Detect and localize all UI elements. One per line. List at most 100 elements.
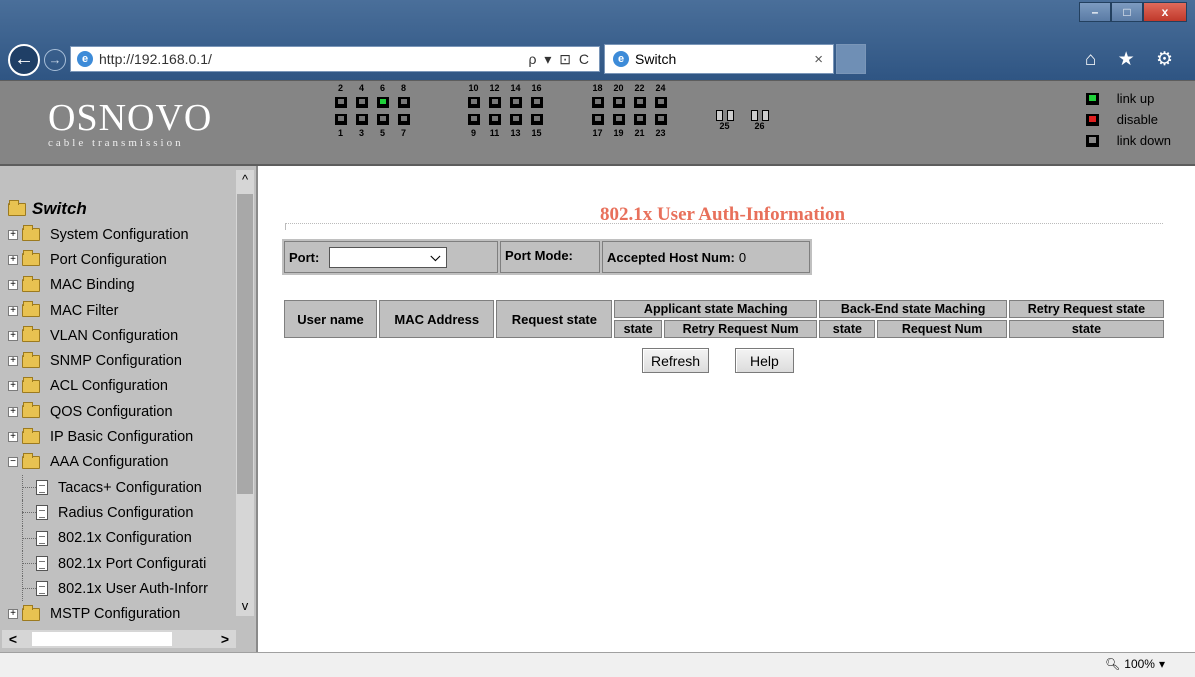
sidebar-item-acl-configuration[interactable]: + ACL Configuration (8, 374, 236, 399)
port-23-icon[interactable] (654, 114, 667, 125)
port-10-icon[interactable] (467, 97, 480, 108)
sidebar-item-port-configuration[interactable]: + Port Configuration (8, 247, 236, 272)
sfp-port[interactable]: 26 (749, 83, 770, 132)
port-select[interactable]: ⌵ (329, 246, 448, 268)
close-window-button[interactable]: x (1143, 2, 1187, 22)
folder-open-icon (22, 452, 40, 469)
document-icon (36, 505, 48, 521)
expand-icon[interactable]: + (8, 356, 18, 367)
tree-root-label: Switch (32, 199, 87, 218)
sidebar-subitem-tacacs-configuration[interactable]: Tacacs+ Configuration (8, 474, 236, 501)
port-16-icon[interactable] (530, 97, 543, 108)
sidebar-item-mstp-configuration[interactable]: + MSTP Configuration (8, 601, 236, 626)
port-1-icon[interactable] (334, 114, 347, 125)
expand-icon[interactable]: + (8, 280, 18, 291)
horizontal-scrollbar[interactable]: < > (2, 630, 236, 648)
expand-icon[interactable]: + (8, 432, 18, 443)
expand-icon[interactable]: + (8, 305, 18, 316)
port-20-icon[interactable] (612, 97, 625, 108)
port-selector-cell: Port: ⌵ (284, 241, 498, 273)
scroll-thumb[interactable] (237, 194, 253, 494)
port-8-icon[interactable] (397, 97, 410, 108)
port-6-icon[interactable] (376, 97, 389, 108)
port-2-icon[interactable] (334, 97, 347, 108)
vertical-scrollbar[interactable]: ^ v (236, 170, 254, 616)
tree-root-switch[interactable]: Switch (8, 196, 236, 222)
folder-icon (22, 427, 40, 444)
sidebar-item-snmp-configuration[interactable]: + SNMP Configuration (8, 348, 236, 373)
sidebar-item-vlan-configuration[interactable]: + VLAN Configuration (8, 323, 236, 348)
port-21-icon[interactable] (633, 114, 646, 125)
address-bar[interactable]: e http://192.168.0.1/ ρ ▾ ⊡ C (70, 46, 600, 72)
expand-icon[interactable]: + (8, 381, 18, 392)
window-controls: – □ x (1079, 2, 1187, 22)
port-7-icon[interactable] (397, 114, 410, 125)
expand-icon[interactable]: + (8, 330, 18, 341)
hscroll-thumb[interactable] (32, 632, 172, 646)
port-4-icon[interactable] (355, 97, 368, 108)
port-22-icon[interactable] (633, 97, 646, 108)
new-tab-button[interactable] (836, 44, 866, 74)
folder-icon (22, 250, 40, 267)
sidebar-item-aaa-configuration[interactable]: − AAA Configuration (8, 450, 236, 475)
col-mac-address: MAC Address (379, 300, 495, 338)
back-button[interactable]: ← (8, 44, 40, 76)
expand-icon[interactable]: + (8, 254, 18, 265)
sidebar-subitem-802-1x-user-auth-inforr[interactable]: 802.1x User Auth-Inforr (8, 576, 236, 602)
sidebar-item-qos-configuration[interactable]: + QOS Configuration (8, 399, 236, 424)
sidebar-subitem-radius-configuration[interactable]: Radius Configuration (8, 500, 236, 526)
port-24-icon[interactable] (654, 97, 667, 108)
port-9-icon[interactable] (467, 114, 480, 125)
refresh-button[interactable]: Refresh (642, 348, 710, 373)
sidebar-item-mac-filter[interactable]: + MAC Filter (8, 298, 236, 323)
port-number: 15 (531, 128, 542, 138)
address-url[interactable]: http://192.168.0.1/ (99, 51, 212, 67)
sidebar-item-mac-binding[interactable]: + MAC Binding (8, 273, 236, 298)
scroll-right-icon[interactable]: > (214, 631, 236, 647)
sidebar-item-system-configuration[interactable]: + System Configuration (8, 222, 236, 247)
folder-icon (22, 301, 40, 318)
table-header-row: User name MAC Address Request state Appl… (284, 300, 1164, 338)
expand-icon[interactable]: + (8, 406, 18, 417)
help-button[interactable]: Help (735, 348, 794, 373)
port-number: 20 (613, 83, 624, 93)
sidebar-subitem-802-1x-port-configurati[interactable]: 802.1x Port Configurati (8, 550, 236, 577)
port-11-icon[interactable] (488, 114, 501, 125)
collapse-icon[interactable]: − (8, 457, 18, 468)
port-14-icon[interactable] (509, 97, 522, 108)
expand-icon[interactable]: + (8, 229, 18, 240)
sfp-port-25-icon (715, 110, 734, 121)
port-panel: 2 1 4 3 6 5 8 7 10 9 12 11 14 13 16 15 18 17 20 19 22 21 24 23 2… (330, 81, 790, 167)
expand-icon[interactable]: + (8, 609, 18, 620)
browser-tab[interactable]: e Switch × (604, 44, 834, 74)
address-tools[interactable]: ρ ▾ ⊡ C (528, 51, 591, 68)
tab-close-icon[interactable]: × (814, 51, 823, 68)
sidebar-subitem-802-1x-configuration[interactable]: 802.1x Configuration (8, 525, 236, 551)
sidebar-item-ip-basic-configuration[interactable]: + IP Basic Configuration (8, 424, 236, 449)
port-number: 12 (489, 83, 500, 93)
port-3-icon[interactable] (355, 114, 368, 125)
sfp-port[interactable]: 25 (714, 83, 735, 132)
folder-icon (22, 604, 40, 621)
port-5-icon[interactable] (376, 114, 389, 125)
restore-button[interactable]: □ (1111, 2, 1143, 22)
port-15-icon[interactable] (530, 114, 543, 125)
main-content-frame: 802.1x User Auth-Information Port: ⌵ Por… (260, 166, 1195, 652)
scroll-down-icon[interactable]: v (236, 596, 254, 616)
port-17-icon[interactable] (591, 114, 604, 125)
scroll-up-icon[interactable]: ^ (236, 170, 254, 190)
port-12-icon[interactable] (488, 97, 501, 108)
forward-button[interactable]: → (44, 49, 66, 71)
sidebar-item-label: QOS Configuration (50, 403, 173, 420)
port-number: 22 (634, 83, 645, 93)
scroll-left-icon[interactable]: < (2, 631, 24, 647)
port-mode-cell: Port Mode: (500, 241, 600, 273)
toolbar-home-favorites-settings-icons[interactable]: ⌂ ★ ⚙ (1085, 48, 1181, 71)
port-19-icon[interactable] (612, 114, 625, 125)
port-link-up-icon (1085, 92, 1099, 105)
sidebar-item-label: AAA Configuration (50, 454, 169, 471)
minimize-button[interactable]: – (1079, 2, 1111, 22)
port-13-icon[interactable] (509, 114, 522, 125)
port-18-icon[interactable] (591, 97, 604, 108)
zoom-control[interactable]: 🔍︎ 100% ▾ (1105, 657, 1165, 671)
